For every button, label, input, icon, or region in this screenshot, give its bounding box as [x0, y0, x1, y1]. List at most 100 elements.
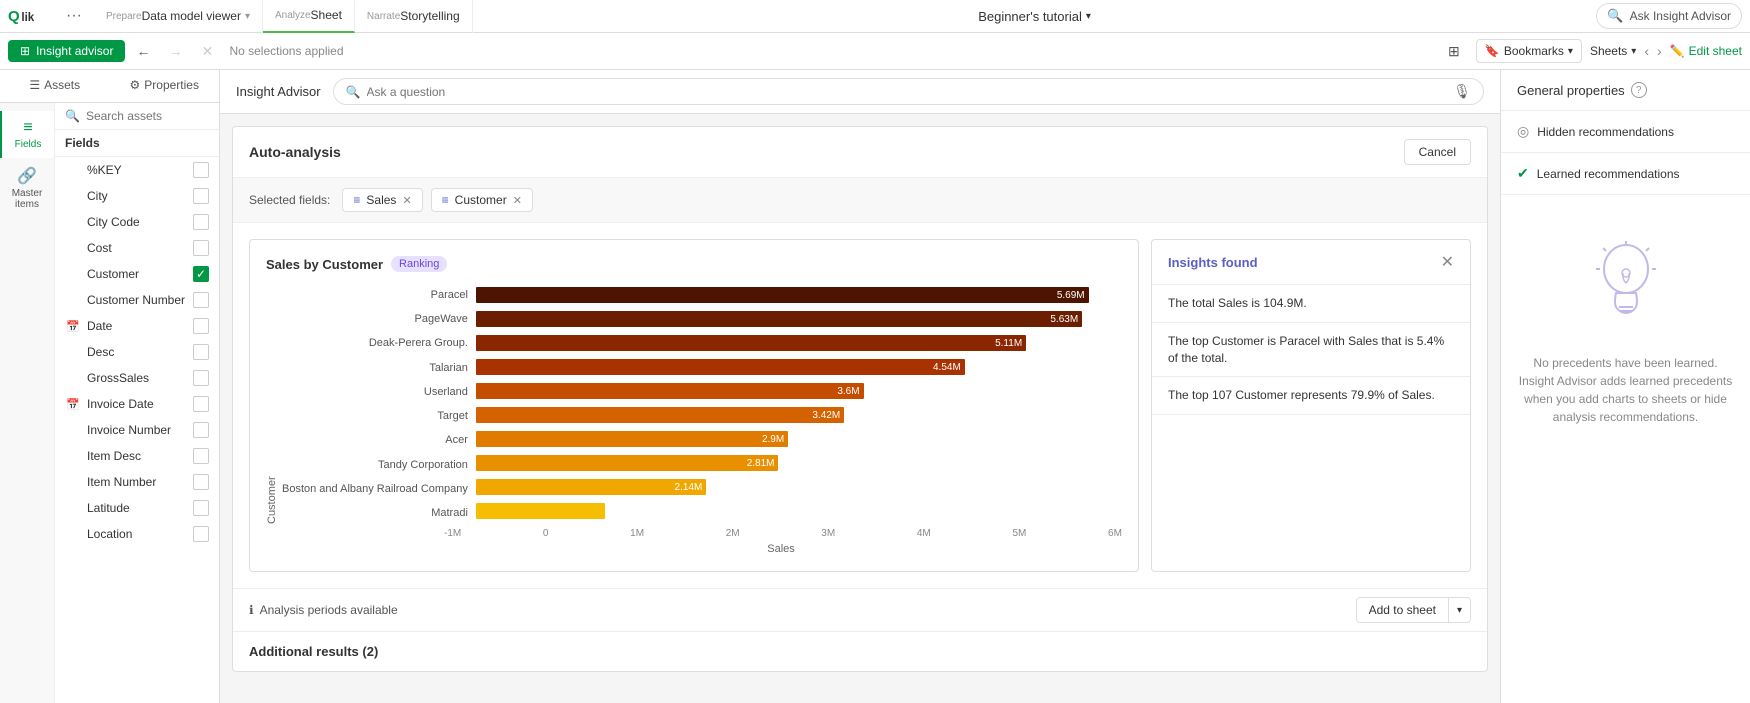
insight-advisor-tab[interactable]: ⊞ Insight advisor: [8, 40, 125, 62]
field-checkbox[interactable]: [193, 214, 209, 230]
ask-question-input[interactable]: [367, 85, 1448, 99]
bar-row[interactable]: 4.54M: [476, 356, 1122, 378]
y-axis-label: Matradi: [282, 502, 468, 524]
field-item[interactable]: Desc: [55, 339, 219, 365]
field-checkbox[interactable]: [193, 526, 209, 542]
microphone-icon[interactable]: 🎙: [1453, 83, 1471, 100]
bar-row[interactable]: 3.42M: [476, 404, 1122, 426]
field-item[interactable]: City: [55, 183, 219, 209]
bar: 5.63M: [476, 311, 1082, 327]
field-checkbox[interactable]: [193, 240, 209, 256]
bookmarks-button[interactable]: 🔖 Bookmarks ▾: [1476, 39, 1582, 63]
bar-row[interactable]: 2.81M: [476, 452, 1122, 474]
next-sheet-button[interactable]: ›: [1657, 43, 1662, 59]
add-to-sheet-main-button[interactable]: Add to sheet: [1357, 598, 1449, 622]
field-item[interactable]: Customer✓: [55, 261, 219, 287]
insight-advisor-header: Insight Advisor 🔍 🎙: [220, 70, 1500, 114]
master-items-nav-item[interactable]: 🔗 Master items: [0, 158, 54, 218]
field-item[interactable]: 📅Invoice Date: [55, 391, 219, 417]
additional-results: Additional results (2): [233, 631, 1487, 671]
bar-row[interactable]: 2.9M: [476, 428, 1122, 450]
field-checkbox[interactable]: [193, 448, 209, 464]
field-item[interactable]: Location: [55, 521, 219, 547]
more-options-icon[interactable]: ···: [66, 7, 82, 25]
field-item[interactable]: City Code: [55, 209, 219, 235]
y-axis-label: Userland: [282, 381, 468, 403]
field-item[interactable]: 📅Date: [55, 313, 219, 339]
y-axis-label: Tandy Corporation: [282, 454, 468, 476]
x-axis-label: 0: [543, 528, 549, 539]
grid-view-button[interactable]: ⊞: [1440, 37, 1468, 65]
ranking-badge: Ranking: [391, 256, 447, 272]
field-item[interactable]: Invoice Number: [55, 417, 219, 443]
add-to-sheet-button[interactable]: Add to sheet ▾: [1356, 597, 1471, 623]
cancel-button[interactable]: Cancel: [1404, 139, 1471, 165]
field-checkbox[interactable]: [193, 422, 209, 438]
fields-header: Fields: [55, 130, 219, 157]
field-item[interactable]: Cost: [55, 235, 219, 261]
bar: 5.69M: [476, 287, 1089, 303]
field-tag-sales: ≡ Sales ✕: [342, 188, 422, 212]
y-axis-label: PageWave: [282, 308, 468, 330]
x-axis-label: 4M: [917, 528, 931, 539]
remove-customer-button[interactable]: ✕: [513, 194, 522, 207]
selection-back-button[interactable]: ←: [129, 37, 157, 65]
assets-tab[interactable]: ☰ Assets: [0, 70, 110, 102]
field-checkbox[interactable]: [193, 188, 209, 204]
ask-question-container[interactable]: 🔍 🎙: [333, 78, 1484, 105]
remove-sales-button[interactable]: ✕: [402, 194, 411, 207]
field-item[interactable]: Item Number: [55, 469, 219, 495]
analyze-nav[interactable]: Analyze Sheet: [263, 0, 355, 33]
field-item[interactable]: %KEY: [55, 157, 219, 183]
bar-row[interactable]: 5.69M: [476, 284, 1122, 306]
selection-forward-button[interactable]: →: [161, 37, 189, 65]
chart-title: Sales by Customer: [266, 257, 383, 272]
field-item[interactable]: Customer Number: [55, 287, 219, 313]
search-assets-input[interactable]: [86, 109, 209, 123]
second-toolbar: ⊞ Insight advisor ← → ✕ No selections ap…: [0, 33, 1750, 70]
field-checkbox[interactable]: [193, 318, 209, 334]
prepare-nav[interactable]: Prepare Data model viewer ▾: [94, 0, 263, 33]
field-item[interactable]: Latitude: [55, 495, 219, 521]
help-icon[interactable]: ?: [1631, 82, 1647, 98]
field-checkbox[interactable]: ✓: [193, 266, 209, 282]
qlik-logo[interactable]: Q lik: [8, 6, 58, 26]
field-checkbox[interactable]: [193, 500, 209, 516]
field-checkbox[interactable]: [193, 162, 209, 178]
field-checkbox[interactable]: [193, 396, 209, 412]
field-checkbox[interactable]: [193, 344, 209, 360]
add-to-sheet-dropdown-button[interactable]: ▾: [1449, 600, 1470, 621]
bar-row[interactable]: [476, 500, 1122, 522]
properties-tab[interactable]: ⚙ Properties: [110, 70, 220, 102]
selected-fields-label: Selected fields:: [249, 193, 330, 207]
narrate-nav[interactable]: Narrate Storytelling: [355, 0, 473, 33]
x-axis-label: 3M: [821, 528, 835, 539]
hidden-recommendations-item[interactable]: ◎ Hidden recommendations: [1501, 111, 1750, 153]
field-item[interactable]: Item Desc: [55, 443, 219, 469]
clear-selections-button[interactable]: ✕: [193, 37, 221, 65]
field-checkbox[interactable]: [193, 474, 209, 490]
panel-tabs: ☰ Assets ⚙ Properties: [0, 70, 219, 103]
eye-off-icon: ◎: [1517, 123, 1529, 140]
tutorial-button[interactable]: Beginner's tutorial ▾: [978, 9, 1091, 24]
learned-recommendations-item[interactable]: ✔ Learned recommendations: [1501, 153, 1750, 195]
bar-row[interactable]: 2.14M: [476, 476, 1122, 498]
bar-row[interactable]: 5.11M: [476, 332, 1122, 354]
field-checkbox[interactable]: [193, 292, 209, 308]
bar-row[interactable]: 5.63M: [476, 308, 1122, 330]
field-tag-customer: ≡ Customer ✕: [431, 188, 533, 212]
prev-sheet-button[interactable]: ‹: [1644, 43, 1649, 59]
fields-nav-item[interactable]: ≡ Fields: [0, 111, 54, 158]
field-checkbox[interactable]: [193, 370, 209, 386]
close-insights-button[interactable]: ✕: [1441, 252, 1454, 272]
y-axis-title: Customer: [266, 284, 278, 524]
ask-insight-advisor-button[interactable]: 🔍 Ask Insight Advisor: [1596, 3, 1742, 29]
y-axis-label: Talarian: [282, 357, 468, 379]
sheets-button[interactable]: Sheets ▾: [1590, 44, 1636, 58]
bar-row[interactable]: 3.6M: [476, 380, 1122, 402]
edit-sheet-button[interactable]: ✏️ Edit sheet: [1670, 44, 1742, 58]
info-icon: ℹ: [249, 603, 254, 617]
bar: 2.9M: [476, 431, 788, 447]
field-item[interactable]: GrossSales: [55, 365, 219, 391]
insight-item-1: The total Sales is 104.9M.: [1152, 285, 1470, 323]
